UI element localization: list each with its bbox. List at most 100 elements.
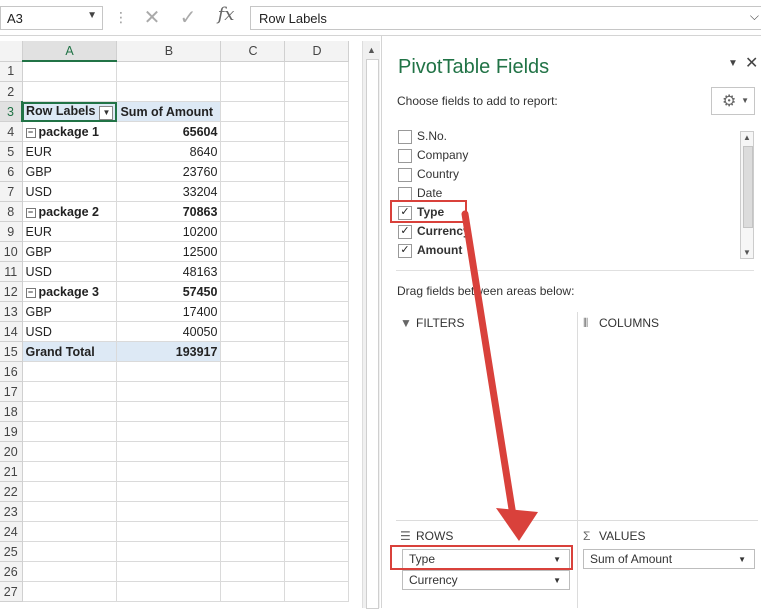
cell-c[interactable]	[220, 141, 286, 162]
field-item[interactable]: Country	[398, 166, 518, 184]
tools-button[interactable]: ⚙ ▼	[711, 87, 755, 115]
cell-c[interactable]	[220, 221, 286, 242]
cell-b[interactable]: 12500	[116, 241, 222, 262]
cell-d[interactable]	[284, 541, 350, 562]
row-header[interactable]: 22	[0, 481, 23, 502]
collapse-icon[interactable]: −	[25, 287, 36, 298]
row-header[interactable]: 10	[0, 241, 23, 262]
cell-b[interactable]	[116, 501, 222, 522]
cell-b[interactable]	[116, 521, 222, 542]
cell-b[interactable]: Sum of Amount	[116, 101, 222, 122]
cell-a[interactable]: EUR	[22, 221, 118, 242]
cell-d[interactable]	[284, 581, 350, 602]
cell-c[interactable]	[220, 421, 286, 442]
cell-b[interactable]	[116, 401, 222, 422]
select-all-corner[interactable]	[0, 41, 23, 62]
cell-c[interactable]	[220, 441, 286, 462]
cell-c[interactable]	[220, 181, 286, 202]
row-header[interactable]: 20	[0, 441, 23, 462]
insert-function-icon[interactable]: fx	[213, 4, 239, 30]
cell-a[interactable]	[22, 501, 118, 522]
cell-a[interactable]: − package 3	[22, 281, 118, 302]
field-checkbox[interactable]	[398, 187, 412, 201]
columns-drop-area[interactable]	[579, 332, 757, 518]
cell-a[interactable]: GBP	[22, 241, 118, 262]
cell-b[interactable]: 40050	[116, 321, 222, 342]
scroll-down-icon[interactable]: ▼	[743, 248, 751, 257]
cell-b[interactable]	[116, 441, 222, 462]
expand-formula-icon[interactable]: ⌵	[750, 9, 759, 24]
cell-d[interactable]	[284, 501, 350, 522]
cell-b[interactable]: 57450	[116, 281, 222, 302]
cell-d[interactable]	[284, 561, 350, 582]
cell-d[interactable]	[284, 161, 350, 182]
cell-a[interactable]: Row Labels ▼	[22, 101, 118, 122]
cell-d[interactable]	[284, 361, 350, 382]
row-header[interactable]: 5	[0, 141, 23, 162]
cell-c[interactable]	[220, 461, 286, 482]
cell-b[interactable]	[116, 61, 222, 82]
cell-b[interactable]: 17400	[116, 301, 222, 322]
cell-d[interactable]	[284, 221, 350, 242]
cell-c[interactable]	[220, 401, 286, 422]
cell-b[interactable]	[116, 361, 222, 382]
row-header[interactable]: 24	[0, 521, 23, 542]
cell-b[interactable]	[116, 381, 222, 402]
cell-d[interactable]	[284, 261, 350, 282]
row-header[interactable]: 17	[0, 381, 23, 402]
row-header[interactable]: 12	[0, 281, 23, 302]
sheet-vertical-scrollbar[interactable]: ▲	[362, 41, 380, 609]
row-header[interactable]: 26	[0, 561, 23, 582]
cell-b[interactable]	[116, 581, 222, 602]
cell-d[interactable]	[284, 401, 350, 422]
field-list-scrollbar[interactable]: ▲ ▼	[740, 131, 754, 259]
row-header[interactable]: 4	[0, 121, 23, 142]
row-header[interactable]: 27	[0, 581, 23, 602]
cell-a[interactable]	[22, 541, 118, 562]
cell-a[interactable]	[22, 581, 118, 602]
row-header[interactable]: 7	[0, 181, 23, 202]
cell-c[interactable]	[220, 481, 286, 502]
rows-item-currency[interactable]: Currency ▼	[402, 570, 570, 590]
field-item[interactable]: ✓ Currency	[398, 223, 518, 241]
cell-c[interactable]	[220, 341, 286, 362]
cell-b[interactable]: 33204	[116, 181, 222, 202]
field-item[interactable]: ✓ Amount	[398, 242, 518, 260]
column-header-b[interactable]: B	[116, 41, 222, 62]
row-header[interactable]: 18	[0, 401, 23, 422]
chevron-down-icon[interactable]: ▼	[87, 10, 97, 21]
cell-b[interactable]: 65604	[116, 121, 222, 142]
field-checkbox[interactable]: ✓	[398, 225, 412, 239]
row-header[interactable]: 13	[0, 301, 23, 322]
scrollbar-thumb[interactable]	[743, 146, 753, 228]
row-header[interactable]: 8	[0, 201, 23, 222]
field-checkbox[interactable]: ✓	[398, 244, 412, 258]
row-header[interactable]: 14	[0, 321, 23, 342]
cell-a[interactable]: − package 1	[22, 121, 118, 142]
row-header[interactable]: 25	[0, 541, 23, 562]
cell-c[interactable]	[220, 521, 286, 542]
cell-c[interactable]	[220, 541, 286, 562]
cell-c[interactable]	[220, 561, 286, 582]
row-header[interactable]: 9	[0, 221, 23, 242]
cell-a[interactable]	[22, 481, 118, 502]
cell-a[interactable]	[22, 561, 118, 582]
cancel-icon[interactable]: ✕	[140, 5, 164, 29]
row-header[interactable]: 19	[0, 421, 23, 442]
cell-d[interactable]	[284, 241, 350, 262]
cell-d[interactable]	[284, 201, 350, 222]
cell-d[interactable]	[284, 341, 350, 362]
enter-icon[interactable]: ✓	[176, 5, 200, 29]
formula-input[interactable]: Row Labels ⌵	[250, 6, 761, 30]
cell-b[interactable]: 48163	[116, 261, 222, 282]
cell-c[interactable]	[220, 101, 286, 122]
cell-b[interactable]	[116, 421, 222, 442]
cell-a[interactable]	[22, 521, 118, 542]
cell-d[interactable]	[284, 81, 350, 102]
field-checkbox[interactable]	[398, 149, 412, 163]
name-box[interactable]: A3 ▼	[0, 6, 103, 30]
field-checkbox[interactable]	[398, 130, 412, 144]
cell-a[interactable]: Grand Total	[22, 341, 118, 362]
collapse-icon[interactable]: −	[25, 207, 36, 218]
cell-d[interactable]	[284, 441, 350, 462]
